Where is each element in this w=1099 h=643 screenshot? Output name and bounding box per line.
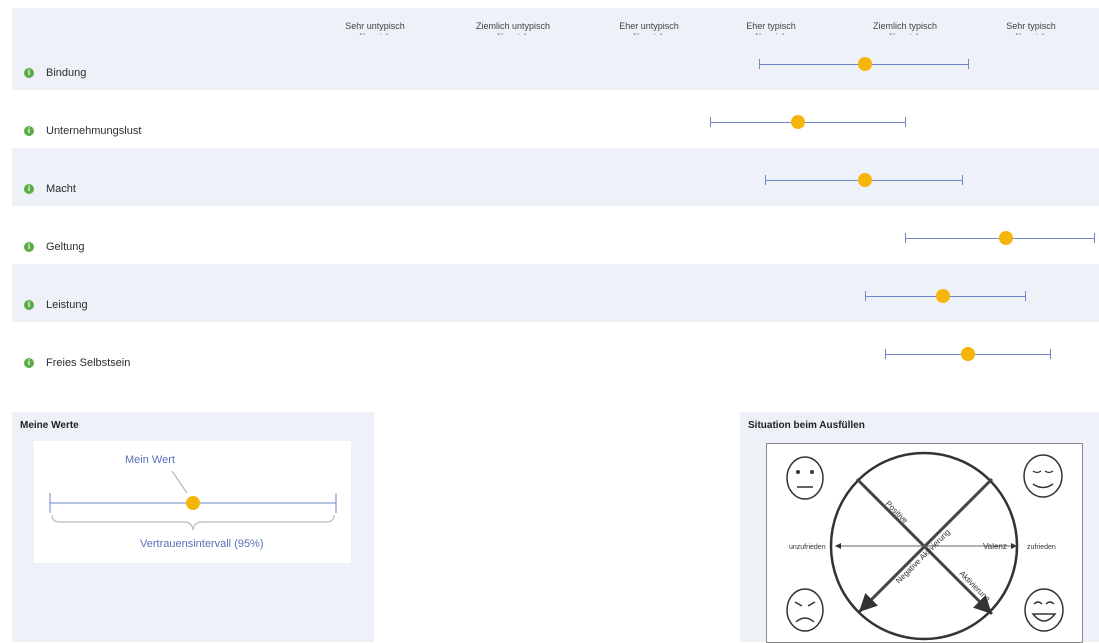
row-label: Macht (46, 183, 76, 195)
relaxed-face-icon (1023, 454, 1063, 498)
confidence-interval-tick (865, 291, 866, 301)
confidence-interval-line (710, 122, 905, 123)
legend-brace (51, 514, 335, 531)
info-icon[interactable]: i (24, 126, 34, 136)
unzufrieden-label: unzufrieden (789, 544, 826, 551)
confidence-interval-tick (1050, 349, 1051, 359)
info-icon[interactable]: i (24, 300, 34, 310)
legend-title: Meine Werte (20, 420, 79, 431)
situation-svg: unzufrieden zufrieden Valenz Positive Ak… (786, 451, 1064, 641)
happy-face-icon (1024, 588, 1064, 632)
confidence-interval-tick (1025, 291, 1026, 301)
angry-face-icon (786, 588, 824, 632)
info-icon[interactable]: i (24, 68, 34, 78)
value-dot (858, 173, 872, 187)
confidence-interval-tick (962, 175, 963, 185)
value-row (12, 90, 1099, 148)
legend-panel: Meine Werte Mein Wert Vertrauensinterval… (12, 412, 374, 642)
negative-label: Negative Aktivierung (894, 527, 952, 585)
row-label: Freies Selbstsein (46, 357, 131, 369)
confidence-interval-tick (710, 117, 711, 127)
info-icon[interactable]: i (24, 358, 34, 368)
value-row (12, 322, 1099, 380)
confidence-interval-tick (885, 349, 886, 359)
info-icon[interactable]: i (24, 184, 34, 194)
value-dot (791, 115, 805, 129)
value-row (12, 206, 1099, 264)
row-label: Geltung (46, 241, 85, 253)
valenz-label: Valenz (983, 542, 1007, 551)
positive-label: Positive (884, 499, 911, 526)
confidence-interval-tick (1094, 233, 1095, 243)
zufrieden-label: zufrieden (1027, 544, 1056, 551)
row-label: Unternehmungslust (46, 125, 142, 137)
value-dot (858, 57, 872, 71)
row-label: Bindung (46, 67, 87, 79)
situation-title: Situation beim Ausfüllen (748, 420, 865, 431)
value-dot (961, 347, 975, 361)
legend-interval-label: Vertrauensintervall (95%) (140, 538, 264, 550)
legend-pointer (171, 470, 188, 494)
confidence-interval-tick (759, 59, 760, 69)
neutral-face-icon (786, 456, 824, 500)
value-dot (999, 231, 1013, 245)
info-icon[interactable]: i (24, 242, 34, 252)
value-row (12, 148, 1099, 206)
legend-box: Mein Wert Vertrauensintervall (95%) (34, 441, 351, 563)
confidence-interval-tick (765, 175, 766, 185)
situation-panel: Situation beim Ausfüllen unzufrieden zuf… (740, 412, 1099, 643)
row-label: Leistung (46, 299, 88, 311)
confidence-interval-tick (968, 59, 969, 69)
confidence-interval-tick (905, 117, 906, 127)
confidence-interval-tick (905, 233, 906, 243)
value-row (12, 35, 1099, 90)
value-dot (936, 289, 950, 303)
situation-diagram: unzufrieden zufrieden Valenz Positive Ak… (766, 443, 1083, 643)
legend-dot (186, 496, 200, 510)
